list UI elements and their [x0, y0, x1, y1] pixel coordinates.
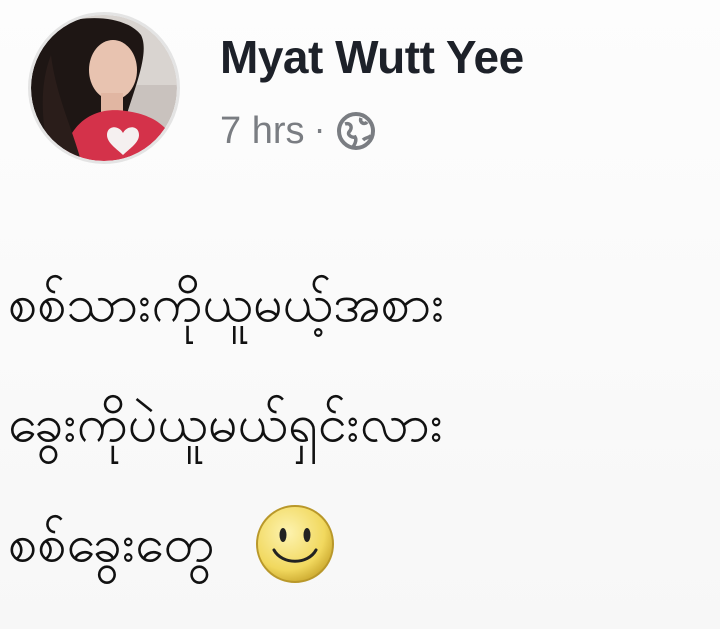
- post-text-line-2: ခွေးကိုပဲယူမယ်ရှင်းလား: [8, 394, 444, 454]
- avatar-photo: [31, 15, 177, 161]
- post-body: စစ်သားကိုယူမယ့်အစား ခွေးကိုပဲယူမယ်ရှင်းလ…: [8, 244, 712, 604]
- post-text-line-3-row: စစ်ခွေးတွေ: [8, 484, 712, 604]
- post-header: Myat Wutt Yee 7 hrs ·: [24, 8, 704, 168]
- avatar[interactable]: [28, 12, 180, 164]
- post-text-line-3: စစ်ခွေးတွေ: [8, 514, 215, 574]
- author-name[interactable]: Myat Wutt Yee: [220, 30, 524, 84]
- post-meta: 7 hrs ·: [220, 106, 377, 156]
- meta-separator: ·: [314, 112, 325, 150]
- smiley-icon: [254, 503, 336, 585]
- globe-icon[interactable]: [335, 110, 377, 152]
- post-text-line-1: စစ်သားကိုယူမယ့်အစား: [8, 274, 445, 334]
- facebook-post: Myat Wutt Yee 7 hrs · စစ်သားကိုယူမယ့်အစာ…: [0, 0, 720, 629]
- post-timestamp[interactable]: 7 hrs: [220, 110, 304, 153]
